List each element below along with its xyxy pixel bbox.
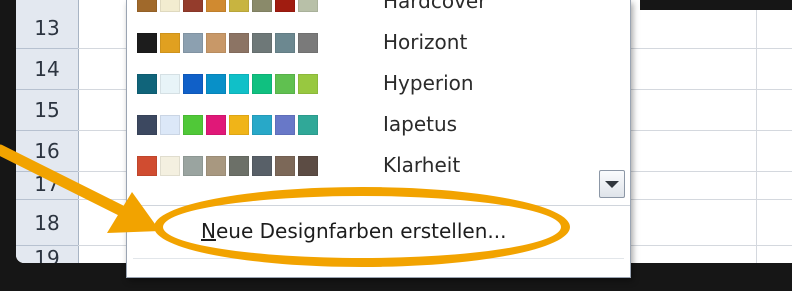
color-swatch [183, 0, 203, 12]
color-swatch [298, 74, 318, 94]
color-swatch [298, 156, 318, 176]
row-number-19[interactable]: 19 [16, 246, 78, 263]
color-swatch [160, 156, 180, 176]
row-number-14[interactable]: 14 [16, 49, 78, 90]
color-swatch [183, 156, 203, 176]
window-edge [640, 0, 792, 10]
color-swatch [206, 33, 226, 53]
color-swatch [252, 0, 272, 12]
row-number-15[interactable]: 15 [16, 90, 78, 131]
theme-item-hyperion[interactable]: Hyperion [127, 63, 597, 104]
color-swatch [206, 115, 226, 135]
color-swatch [229, 33, 249, 53]
color-swatch [137, 0, 157, 12]
color-swatches [137, 156, 321, 178]
theme-item-iapetus[interactable]: Iapetus [127, 104, 597, 145]
theme-color-list: Hardcover Horizont Hyperion Iapetus Klar… [127, 0, 597, 198]
color-swatch [137, 33, 157, 53]
color-swatch [252, 115, 272, 135]
color-swatch [275, 33, 295, 53]
theme-item-klarheit[interactable]: Klarheit [127, 145, 597, 186]
color-swatch [206, 0, 226, 12]
color-swatch [229, 156, 249, 176]
color-swatch [183, 33, 203, 53]
color-swatch [252, 74, 272, 94]
theme-colors-dropdown: Hardcover Horizont Hyperion Iapetus Klar… [126, 0, 631, 278]
color-swatch [275, 115, 295, 135]
color-swatches [137, 33, 321, 55]
color-swatch [252, 33, 272, 53]
color-swatch [206, 156, 226, 176]
color-swatch [298, 0, 318, 12]
theme-name: Hyperion [383, 71, 474, 95]
color-swatch [137, 156, 157, 176]
theme-name: Klarheit [383, 153, 461, 177]
color-swatch [160, 0, 180, 12]
create-theme-colors-menu-item[interactable]: Neue Designfarben erstellen... [201, 219, 506, 243]
color-swatch [298, 115, 318, 135]
color-swatches [137, 115, 321, 137]
grid-column-line [756, 0, 757, 263]
row-number-18[interactable]: 18 [16, 200, 78, 246]
row-number-17[interactable]: 17 [16, 172, 78, 200]
color-swatch [298, 33, 318, 53]
chevron-down-icon [605, 180, 619, 188]
color-swatch [229, 115, 249, 135]
color-swatch [160, 115, 180, 135]
menu-footer-line [133, 258, 624, 259]
theme-name: Iapetus [383, 112, 458, 136]
accelerator-letter: N [201, 219, 216, 243]
scroll-down-button[interactable] [599, 170, 625, 198]
color-swatch [252, 156, 272, 176]
color-swatch [229, 74, 249, 94]
theme-name: Hardcover [383, 0, 487, 13]
row-number-13[interactable]: 13 [16, 8, 78, 49]
row-number-16[interactable]: 16 [16, 131, 78, 172]
color-swatch [183, 115, 203, 135]
theme-item-hardcover[interactable]: Hardcover [127, 0, 597, 22]
color-swatch [137, 115, 157, 135]
color-swatch [160, 33, 180, 53]
color-swatch [275, 0, 295, 12]
color-swatch [160, 74, 180, 94]
theme-item-horizont[interactable]: Horizont [127, 22, 597, 63]
color-swatch [275, 156, 295, 176]
color-swatches [137, 0, 321, 14]
color-swatch [183, 74, 203, 94]
color-swatch [206, 74, 226, 94]
color-swatch [275, 74, 295, 94]
menu-item-label: eue Designfarben erstellen... [215, 219, 507, 243]
row-header-column: 13 14 15 16 17 18 19 [16, 0, 79, 263]
menu-divider [127, 205, 630, 206]
theme-name: Horizont [383, 30, 468, 54]
color-swatches [137, 74, 321, 96]
color-swatch [229, 0, 249, 12]
color-swatch [137, 74, 157, 94]
